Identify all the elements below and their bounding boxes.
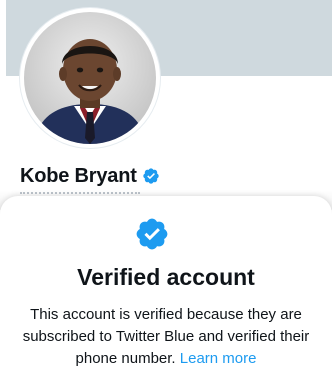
display-name: Kobe Bryant bbox=[20, 164, 137, 187]
sheet-body-text: This account is verified because they ar… bbox=[22, 306, 310, 367]
sheet-description: This account is verified because they ar… bbox=[4, 304, 328, 370]
profile-screen: Kobe Bryant Verified account This accoun… bbox=[0, 0, 332, 387]
avatar-photo bbox=[24, 12, 156, 144]
sheet-title: Verified account bbox=[77, 264, 255, 290]
banner-edge bbox=[0, 0, 6, 200]
avatar[interactable] bbox=[24, 12, 156, 144]
verified-account-sheet: Verified account This account is verifie… bbox=[0, 196, 332, 387]
learn-more-link[interactable]: Learn more bbox=[180, 350, 257, 367]
verified-badge-icon bbox=[136, 218, 168, 250]
profile-name-row: Kobe Bryant bbox=[20, 162, 160, 190]
verified-badge-icon[interactable] bbox=[142, 167, 160, 185]
